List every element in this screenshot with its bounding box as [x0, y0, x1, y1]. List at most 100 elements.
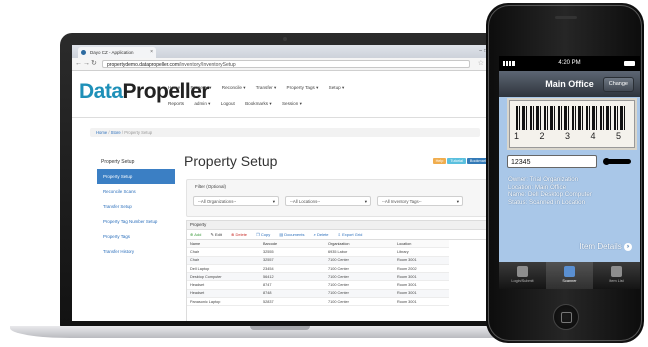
copy-button[interactable]: ❐ Copy [256, 232, 274, 237]
breadcrumb-home[interactable]: Home [96, 130, 107, 135]
grid-toolbar: ⊕ Add ✎ Edit ⊗ Delete ❐ Copy ▤ Documents… [187, 230, 493, 240]
cell-organization: 7100 Center [325, 297, 394, 307]
tab-item-list[interactable]: Item List [593, 262, 640, 289]
phone-navbar: Main Office Change [499, 71, 640, 97]
nav-reports[interactable]: Reports [168, 101, 184, 106]
export-grid-button[interactable]: ⇩ Export Grid [338, 232, 367, 237]
browser-tab-bar: Dayo CZ - Application × –□× [72, 45, 498, 58]
col-location[interactable]: Location [394, 240, 449, 249]
cell-organization: 6935 Labor [325, 247, 394, 257]
cell-location: Room 3001 [394, 272, 449, 282]
secondary-nav: Reports admin ▾ Logout Bookmarks ▾ Sessi… [168, 101, 311, 107]
cell-organization: 7100 Center [325, 256, 394, 265]
col-organization[interactable]: Organization [325, 240, 394, 249]
back-icon[interactable]: ← [75, 59, 82, 69]
sidebar-item-tag-number-setup[interactable]: Property Tag Number Setup [97, 214, 175, 229]
item-details-link[interactable]: Item Details › [580, 242, 632, 251]
phone-screen: 4:20 PM Main Office Change 1 2 3 4 5 123… [499, 56, 640, 289]
breadcrumb-store[interactable]: Store [111, 130, 121, 135]
barcode-bars [516, 106, 628, 130]
table-row[interactable]: Dell Laptop 23454 7100 Center Room 2002 [187, 264, 449, 274]
copy-label: Copy [260, 232, 271, 237]
grid-heading: Property [187, 221, 493, 230]
organizations-select[interactable]: --All Organizations-- [193, 196, 279, 207]
delete-label: Delete [235, 232, 248, 237]
delete-button[interactable]: ⊗ Delete [231, 232, 251, 237]
cell-name: Chair [187, 247, 260, 257]
cell-location: Room 3001 [394, 289, 449, 299]
col-name[interactable]: Name [187, 240, 260, 249]
sidebar-item-property-tags[interactable]: Property Tags [97, 229, 175, 244]
add-button[interactable]: ⊕ Add [190, 232, 205, 237]
edit-button[interactable]: ✎ Edit [211, 232, 226, 237]
table-row[interactable]: Desktop Computer 56412 7100 Center Room 300… [187, 272, 449, 282]
forward-icon[interactable]: → [83, 59, 90, 69]
reload-icon[interactable]: ↻ [91, 59, 97, 69]
home-button[interactable] [553, 304, 579, 330]
nav-bookmarks[interactable]: Bookmarks ▾ [245, 101, 272, 106]
barcode-input[interactable]: 12345 [507, 155, 597, 168]
url-input[interactable]: propertydemo.datapropeller.com/inventory… [102, 60, 470, 68]
sidebar-item-property-setup[interactable]: Property Setup [97, 169, 175, 184]
bookmark-star-icon[interactable]: ☆ [478, 59, 484, 69]
laptop-screen: Dayo CZ - Application × –□× ← → ↻ proper… [72, 45, 498, 321]
delete-documents-button[interactable]: ⌕ Delete [314, 232, 333, 237]
status-text: Status: Scanned in Location [508, 198, 586, 206]
phone-tab-bar: Login/Submit Scanner Item List [499, 262, 640, 289]
col-barcode[interactable]: Barcode [260, 240, 325, 249]
url-path: /inventory/InventorySetup [179, 62, 236, 68]
cell-barcode: 23454 [260, 264, 325, 274]
name-text: Name: Dell Desktop Computer [508, 191, 592, 199]
logo-prefix: Data [79, 80, 123, 103]
tab-scanner[interactable]: Scanner [546, 262, 593, 289]
table-row[interactable]: Panasonic Laptop 52837 7100 Center Room 300… [187, 297, 449, 307]
table-row[interactable]: Headset 8748 7100 Center Room 3001 [187, 289, 449, 299]
cell-organization: 7100 Center [325, 272, 394, 282]
nav-admin[interactable]: admin ▾ [194, 101, 210, 106]
tab-item-list-label: Item List [609, 279, 624, 283]
browser-tab[interactable]: Dayo CZ - Application × [78, 47, 156, 58]
nav-transfer[interactable]: Transfer ▾ [256, 85, 277, 90]
status-bar: 4:20 PM [499, 56, 640, 71]
locations-select[interactable]: --All Locations-- [285, 196, 371, 207]
breadcrumb-current: Property Setup [124, 130, 153, 135]
nav-logout[interactable]: Logout [221, 101, 235, 106]
filter-label: Filter (Optional) [195, 184, 227, 189]
nav-reconcile[interactable]: Reconcile ▾ [222, 85, 246, 90]
film-reel-icon [517, 266, 528, 277]
change-button[interactable]: Change [602, 77, 634, 92]
cell-barcode: 32557 [260, 256, 325, 265]
cell-barcode: 56412 [260, 272, 325, 282]
nav-property-tags[interactable]: Property Tags ▾ [287, 85, 319, 90]
property-table: Name Barcode Organization Location Chair… [187, 240, 449, 307]
nav-property[interactable]: Property ▾ [191, 85, 212, 90]
tab-login-label: Login/Submit [511, 279, 534, 283]
inventory-tags-select[interactable]: --All Inventory Tags-- [377, 196, 463, 207]
sidebar-item-transfer-history[interactable]: Transfer History [97, 244, 175, 259]
breadcrumb: Home / Store / Property Setup [90, 128, 480, 137]
item-details-label: Item Details [579, 242, 622, 251]
nav-session[interactable]: Session ▾ [282, 101, 302, 106]
barcode-digits: 1 2 3 4 5 [513, 131, 631, 141]
nav-setup[interactable]: Setup ▾ [329, 85, 345, 90]
tutorial-button[interactable]: Tutorial [447, 158, 466, 164]
help-button[interactable]: Help [432, 158, 447, 164]
close-tab-icon[interactable]: × [150, 47, 153, 58]
cell-location: Library [394, 247, 449, 257]
sidebar-item-transfer-setup[interactable]: Transfer Setup [97, 199, 175, 214]
cell-barcode: 8747 [260, 280, 325, 290]
table-row[interactable]: Chair 32557 7100 Center Room 3001 [187, 256, 449, 265]
scanner-icon[interactable] [603, 158, 631, 165]
cell-name: Dell Laptop [187, 264, 260, 274]
export-label: Export Grid [342, 232, 363, 237]
tab-login-submit[interactable]: Login/Submit [499, 262, 546, 289]
cell-barcode: 32555 [260, 247, 325, 257]
table-row[interactable]: Headset 8747 7100 Center Room 3001 [187, 280, 449, 290]
nav-home[interactable]: Home [168, 85, 180, 90]
sidebar-title: Property Setup [101, 159, 135, 165]
table-row[interactable]: Chair 32555 6935 Labor Library [187, 247, 449, 257]
cell-name: Desktop Computer [187, 272, 260, 282]
cell-organization: 7100 Center [325, 264, 394, 274]
sidebar-item-reconcile-scans[interactable]: Reconcile Scans [97, 184, 175, 199]
documents-button[interactable]: ▤ Documents [279, 232, 308, 237]
